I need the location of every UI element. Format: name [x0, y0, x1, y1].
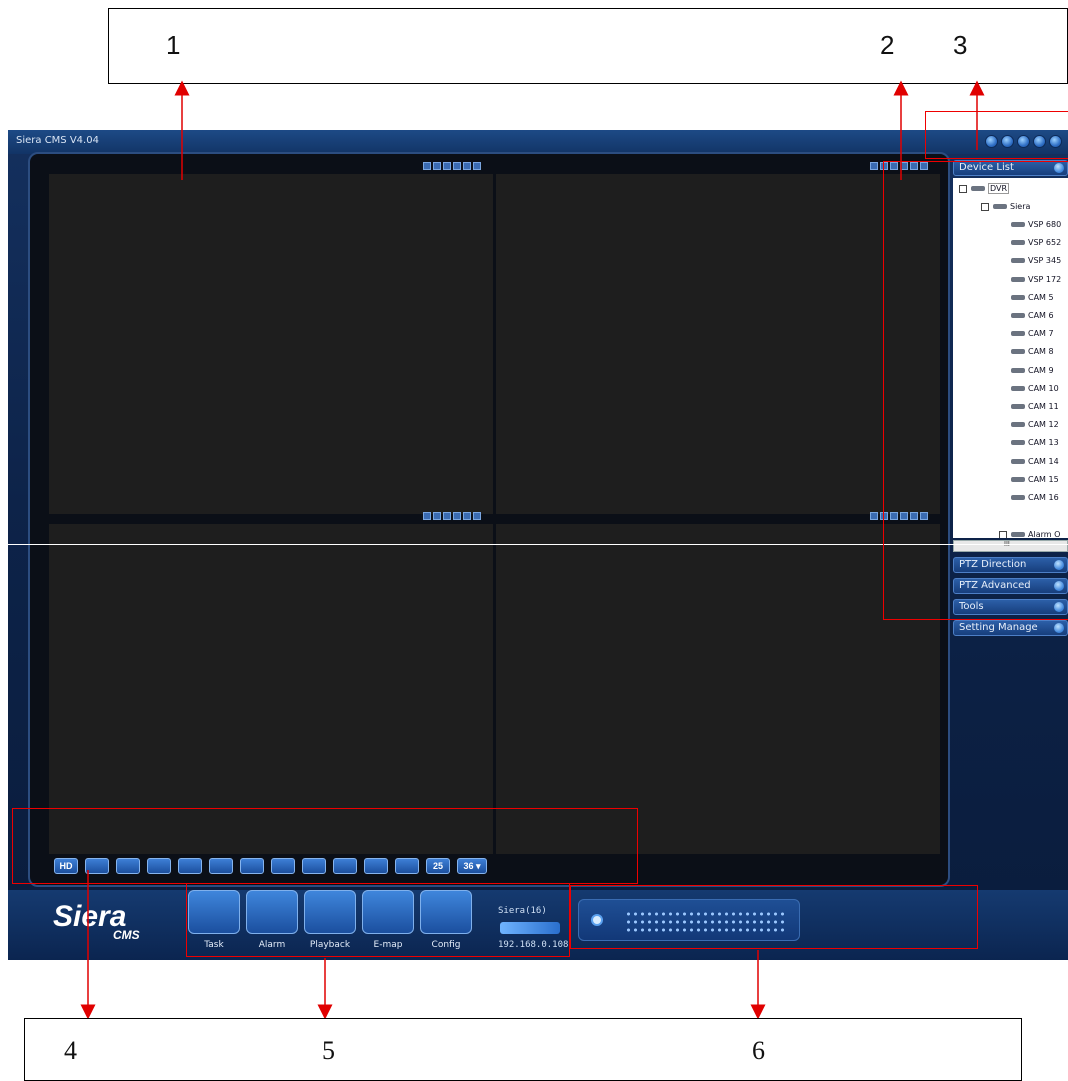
callout-number-4: 4 — [64, 1036, 77, 1065]
video-pane-1[interactable] — [49, 174, 493, 514]
callout-number-1: 1 — [166, 30, 181, 60]
setting-manage-header[interactable]: Setting Manage — [953, 620, 1068, 636]
pane-toolbar-3[interactable] — [423, 512, 481, 520]
bottom-callout-box — [24, 1018, 1022, 1081]
highlight-side-panel — [883, 161, 1068, 620]
video-pane-2[interactable] — [496, 174, 940, 514]
expand-icon[interactable] — [1054, 623, 1064, 633]
callout-number-3: 3 — [953, 30, 968, 60]
highlight-tool-buttons — [186, 883, 570, 957]
video-area — [28, 152, 950, 887]
callout-number-6: 6 — [752, 1036, 765, 1065]
callout-number-2: 2 — [880, 30, 895, 60]
video-pane-3[interactable] — [49, 524, 493, 854]
top-callout-box — [108, 8, 1068, 84]
callout-number-5: 5 — [322, 1036, 335, 1065]
highlight-window-buttons — [925, 111, 1068, 159]
video-pane-4[interactable] — [496, 524, 940, 854]
pane-toolbar-1[interactable] — [423, 162, 481, 170]
cms-logo: CMS — [113, 928, 140, 942]
title-bar: Siera CMS V4.04 — [8, 130, 1068, 154]
highlight-status-panel — [570, 885, 978, 949]
highlight-layout-toolbar — [12, 808, 638, 884]
window-title: Siera CMS V4.04 — [16, 135, 99, 146]
